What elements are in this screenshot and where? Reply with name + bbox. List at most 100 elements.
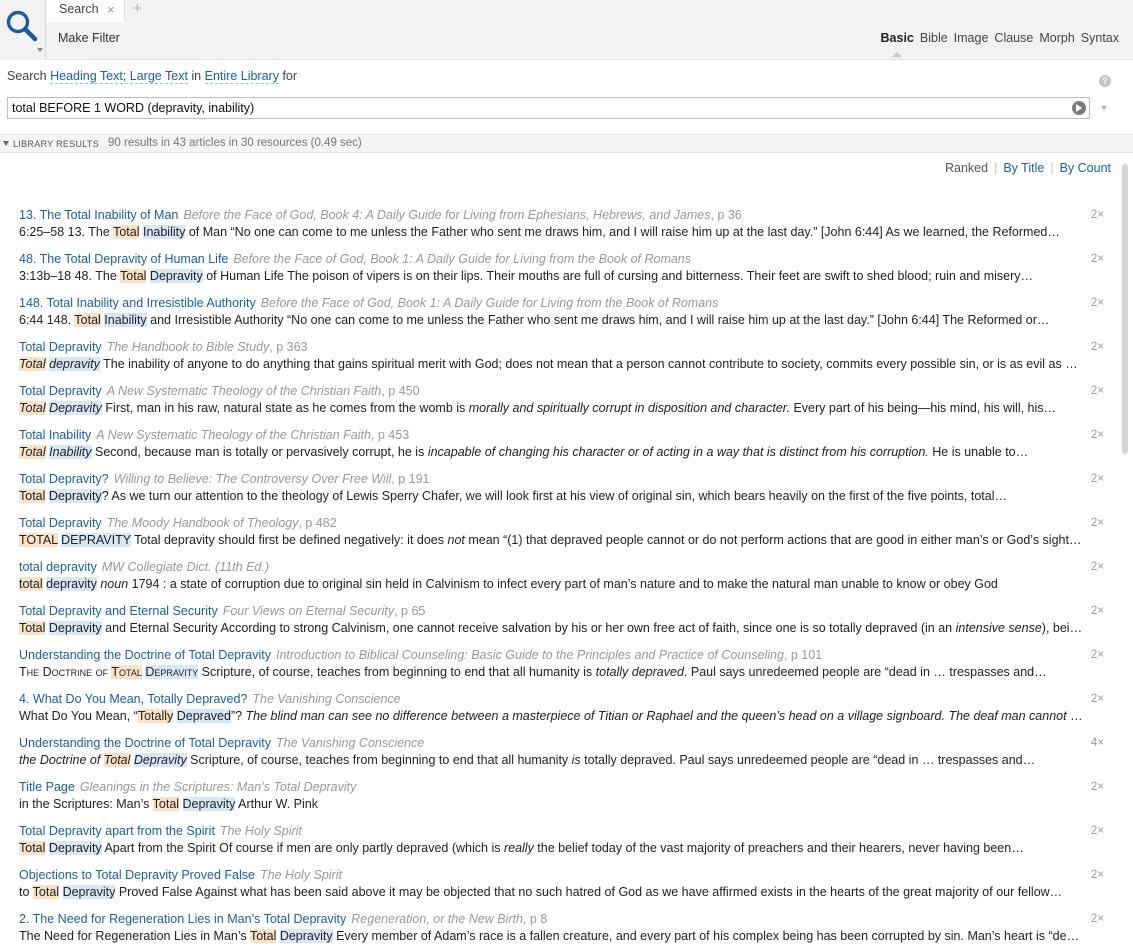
result-source[interactable]: The Holy Spirit — [220, 824, 302, 838]
snippet-text: 6:44 148. — [19, 313, 75, 327]
result-title-link[interactable]: 4. What Do You Mean, Totally Depraved? — [19, 692, 247, 706]
result-source[interactable]: The Holy Spirit — [260, 868, 342, 882]
results-list: 13. The Total Inability of Man Before the… — [19, 207, 1104, 948]
search-fields-link[interactable]: Heading Text; Large Text — [50, 69, 188, 84]
result-item[interactable]: 2. The Need for Regeneration Lies in Man… — [19, 911, 1104, 948]
result-source[interactable]: A New Systematic Theology of the Christi… — [96, 428, 371, 442]
result-source[interactable]: Regeneration, or the New Birth — [351, 912, 523, 926]
result-page: , p 36 — [710, 208, 742, 222]
sort-ranked[interactable]: Ranked — [945, 161, 988, 175]
result-title-link[interactable]: 48. The Total Depravity of Human Life — [19, 252, 228, 266]
result-page: , p 191 — [391, 472, 430, 486]
snippet-text: not — [447, 533, 465, 547]
result-item[interactable]: Total Depravity apart from the Spirit The… — [19, 823, 1104, 867]
result-item[interactable]: Understanding the Doctrine of Total Depr… — [19, 647, 1104, 691]
scrollbar-thumb[interactable] — [1122, 164, 1128, 454]
hit-count: 2× — [1090, 341, 1104, 353]
result-title-link[interactable]: Title Page — [19, 780, 75, 794]
query-history-dropdown-icon[interactable] — [1101, 106, 1107, 110]
result-title-link[interactable]: Total Depravity apart from the Spirit — [19, 824, 215, 838]
snippet-text: Every part of his being—his mind, his wi… — [789, 401, 1057, 415]
hit-count: 2× — [1090, 517, 1104, 529]
highlighted-term: Inability — [104, 313, 147, 327]
result-item[interactable]: 148. Total Inability and Irresistible Au… — [19, 295, 1104, 339]
mode-syntax[interactable]: Syntax — [1081, 31, 1119, 45]
result-item[interactable]: 13. The Total Inability of Man Before the… — [19, 207, 1104, 251]
make-filter-button[interactable]: Make Filter — [58, 31, 120, 45]
result-title-link[interactable]: Total Inability — [19, 428, 91, 442]
result-item[interactable]: Total Depravity and Eternal Security Four… — [19, 603, 1104, 647]
result-source[interactable]: Willing to Believe: The Controversy Over… — [114, 472, 392, 486]
result-source[interactable]: Before the Face of God, Book 1: A Daily … — [261, 296, 719, 310]
result-item[interactable]: total depravity MW Collegiate Dict. (11th… — [19, 559, 1104, 603]
highlighted-term: TOTAL — [19, 533, 58, 547]
highlighted-term: Total — [103, 753, 131, 767]
collapse-caret-icon[interactable] — [3, 141, 9, 146]
result-heading: Total Depravity and Eternal Security Four… — [19, 603, 1079, 620]
snippet-text: Second, because man is totally or pervas… — [91, 445, 428, 459]
result-title-link[interactable]: Understanding the Doctrine of Total Depr… — [19, 736, 271, 750]
result-item[interactable]: Total Depravity The Moody Handbook of The… — [19, 515, 1104, 559]
result-source[interactable]: The Vanishing Conscience — [252, 692, 400, 706]
result-item[interactable]: Total Depravity A New Systematic Theology… — [19, 383, 1104, 427]
result-title-link[interactable]: 2. The Need for Regeneration Lies in Man… — [19, 912, 346, 926]
mode-clause[interactable]: Clause — [994, 31, 1033, 45]
result-title-link[interactable]: Total Depravity — [19, 384, 102, 398]
result-heading: Understanding the Doctrine of Total Depr… — [19, 647, 1079, 664]
mode-image[interactable]: Image — [954, 31, 989, 45]
go-arrow-icon[interactable] — [1072, 101, 1086, 115]
library-results-header[interactable]: LIBRARY RESULTS 90 results in 43 article… — [0, 134, 1133, 153]
result-page: , p 482 — [298, 516, 337, 530]
result-item[interactable]: Understanding the Doctrine of Total Depr… — [19, 735, 1104, 779]
result-source[interactable]: A New Systematic Theology of the Christi… — [107, 384, 382, 398]
snippet-text: of Man “No one can come to me unless the… — [185, 225, 1060, 239]
result-title-link[interactable]: Total Depravity and Eternal Security — [19, 604, 218, 618]
result-title-link[interactable]: 148. Total Inability and Irresistible Au… — [19, 296, 256, 310]
result-item[interactable]: Total Inability A New Systematic Theology… — [19, 427, 1104, 471]
tab-search[interactable]: Search × — [47, 0, 125, 22]
highlighted-term: Totally — [137, 709, 174, 723]
result-title-link[interactable]: 13. The Total Inability of Man — [19, 208, 178, 222]
result-source[interactable]: The Handbook to Bible Study — [107, 340, 270, 354]
result-title-link[interactable]: Understanding the Doctrine of Total Depr… — [19, 648, 271, 662]
mode-basic[interactable]: Basic — [881, 31, 914, 57]
result-source[interactable]: MW Collegiate Dict. (11th Ed.) — [102, 560, 269, 574]
result-item[interactable]: 4. What Do You Mean, Totally Depraved? Th… — [19, 691, 1104, 735]
result-heading: Total Depravity? Willing to Believe: The … — [19, 471, 1079, 488]
result-snippet: the Doctrine of Total Depravity Scriptur… — [19, 752, 1084, 769]
result-heading: Total Depravity The Moody Handbook of The… — [19, 515, 1079, 532]
sort-by-count[interactable]: By Count — [1060, 161, 1111, 175]
snippet-text: and Irresistible Authority “No one can c… — [146, 313, 1050, 327]
search-input[interactable]: total BEFORE 1 WORD (depravity, inabilit… — [7, 97, 1090, 119]
result-heading: Title Page Gleanings in the Scriptures: M… — [19, 779, 1079, 796]
help-icon[interactable]: ? — [1099, 75, 1111, 87]
result-source[interactable]: Four Views on Eternal Security — [223, 604, 394, 618]
result-item[interactable]: Title Page Gleanings in the Scriptures: M… — [19, 779, 1104, 823]
result-source[interactable]: Gleanings in the Scriptures: Man’s Total… — [80, 780, 357, 794]
result-title-link[interactable]: Total Depravity? — [19, 472, 109, 486]
result-heading: 13. The Total Inability of Man Before the… — [19, 207, 1079, 224]
result-item[interactable]: Total Depravity? Willing to Believe: The … — [19, 471, 1104, 515]
result-title-link[interactable]: Objections to Total Depravity Proved Fal… — [19, 868, 255, 882]
snippet-text: in the Scriptures: Man’s — [19, 797, 153, 811]
result-item[interactable]: Total Depravity The Handbook to Bible Stu… — [19, 339, 1104, 383]
result-title-link[interactable]: total depravity — [19, 560, 97, 574]
search-menu-button[interactable] — [0, 0, 46, 60]
result-item[interactable]: Objections to Total Depravity Proved Fal… — [19, 867, 1104, 911]
result-item[interactable]: 48. The Total Depravity of Human Life Bef… — [19, 251, 1104, 295]
snippet-text: Apart from the Spirit Of course if men a… — [101, 841, 504, 855]
add-tab-icon[interactable]: + — [133, 0, 142, 17]
results-scrollbar[interactable] — [1120, 160, 1130, 948]
result-source[interactable]: The Moody Handbook of Theology — [107, 516, 299, 530]
mode-bible[interactable]: Bible — [920, 31, 948, 45]
result-source[interactable]: Introduction to Biblical Counseling: Bas… — [276, 648, 784, 662]
sort-by-title[interactable]: By Title — [1003, 161, 1044, 175]
mode-morph[interactable]: Morph — [1039, 31, 1074, 45]
result-title-link[interactable]: Total Depravity — [19, 516, 102, 530]
search-scope-link[interactable]: Entire Library — [204, 69, 279, 84]
result-title-link[interactable]: Total Depravity — [19, 340, 102, 354]
close-icon[interactable]: × — [107, 2, 115, 17]
result-source[interactable]: Before the Face of God, Book 1: A Daily … — [233, 252, 691, 266]
result-source[interactable]: The Vanishing Conscience — [276, 736, 424, 750]
result-source[interactable]: Before the Face of God, Book 4: A Daily … — [183, 208, 710, 222]
